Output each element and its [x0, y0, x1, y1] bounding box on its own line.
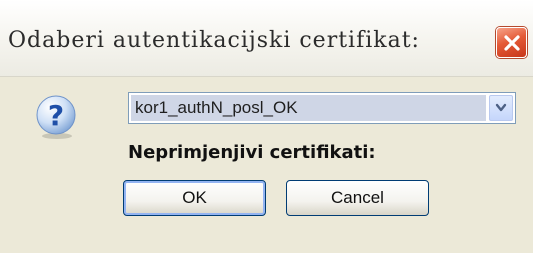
question-icon: ? — [34, 94, 80, 140]
dropdown-arrow-button[interactable] — [489, 95, 513, 121]
ok-button[interactable]: OK — [123, 180, 266, 216]
certificate-select[interactable]: kor1_authN_posl_OK — [128, 92, 516, 124]
close-icon — [503, 34, 520, 51]
inapplicable-certificates-label: Neprimjenjivi certifikati: — [128, 142, 376, 163]
svg-text:?: ? — [48, 99, 64, 132]
certificate-dialog: Odaberi autentikacijski certifikat: ? ko… — [0, 0, 533, 253]
certificate-select-value: kor1_authN_posl_OK — [131, 95, 486, 121]
window-title: Odaberi autentikacijski certifikat: — [8, 28, 420, 53]
close-button[interactable] — [496, 27, 527, 58]
cancel-button[interactable]: Cancel — [286, 180, 429, 216]
title-bar[interactable]: Odaberi autentikacijski certifikat: — [0, 0, 533, 77]
chevron-down-icon — [495, 103, 507, 112]
